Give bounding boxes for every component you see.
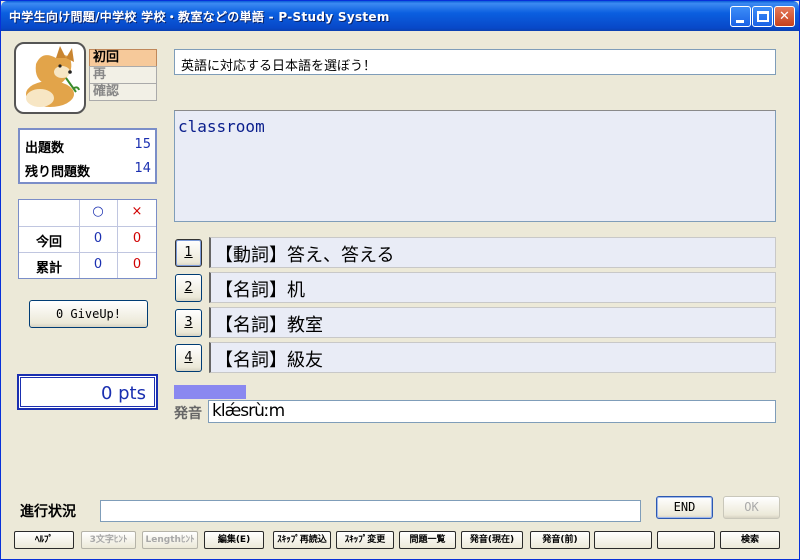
score-wrong-value: 0 bbox=[132, 231, 142, 246]
stage-confirm: 確認 bbox=[89, 83, 157, 101]
maximize-icon bbox=[757, 11, 769, 22]
toolbar-button-8[interactable]: 発音(現在) bbox=[461, 531, 523, 549]
toolbar-button-12[interactable]: 検索 bbox=[720, 531, 780, 549]
points-display: 0 pts bbox=[17, 374, 158, 410]
toolbar-button-2[interactable]: 3文字ﾋﾝﾄ bbox=[81, 531, 136, 549]
toolbar-button-3[interactable]: Lengthﾋﾝﾄ bbox=[142, 531, 198, 549]
toolbar-button-9[interactable]: 発音(前) bbox=[530, 531, 590, 549]
stage-list: 初回 再 確認 bbox=[89, 49, 157, 101]
choice-button-2[interactable]: 2 bbox=[175, 274, 202, 302]
score-correct-value: 0 bbox=[93, 231, 103, 246]
points-value: 0 pts bbox=[100, 383, 146, 404]
progress-bar bbox=[100, 500, 641, 522]
close-button[interactable]: ✕ bbox=[774, 6, 795, 27]
question-counts: 出題数 15 残り問題数 14 bbox=[18, 128, 157, 184]
count-total: 出題数 15 bbox=[25, 137, 151, 156]
count-total-label: 出題数 bbox=[25, 141, 65, 156]
count-remaining-label: 残り問題数 bbox=[25, 165, 91, 180]
choice-answer-2[interactable]: 【名詞】机 bbox=[209, 272, 776, 303]
time-remaining-bar bbox=[174, 385, 246, 399]
instruction-text: 英語に対応する日本語を選ぼう！ bbox=[174, 49, 776, 75]
score-row-label: 今回 bbox=[35, 235, 62, 250]
toolbar-button-1[interactable]: ﾍﾙﾌﾟ bbox=[14, 531, 74, 549]
end-button[interactable]: END bbox=[656, 496, 713, 519]
dog-avatar bbox=[14, 42, 86, 114]
count-total-value: 15 bbox=[134, 137, 151, 152]
question-word: classroom bbox=[178, 117, 265, 136]
choice-button-1[interactable]: 1 bbox=[175, 239, 202, 267]
minimize-button[interactable] bbox=[730, 6, 751, 27]
maximize-button[interactable] bbox=[752, 6, 773, 27]
giveup-button[interactable]: 0 GiveUp! bbox=[29, 300, 148, 328]
pronunciation-label: 発音 bbox=[174, 406, 202, 422]
title-bar[interactable]: 中学生向け問題/中学校 学校・教室などの単語 - P-Study System … bbox=[1, 1, 799, 31]
pronunciation-field: klǽsrùːm bbox=[208, 400, 776, 423]
score-wrong-value: 0 bbox=[132, 257, 142, 272]
count-remaining: 残り問題数 14 bbox=[25, 161, 151, 180]
toolbar-button-4[interactable]: 編集(E) bbox=[204, 531, 264, 549]
score-correct-value: 0 bbox=[93, 257, 103, 272]
choice-answer-4[interactable]: 【名詞】級友 bbox=[209, 342, 776, 373]
client-area: 初回 再 確認 出題数 15 残り問題数 14 ○ × 今回 0 0 累計 0 … bbox=[4, 31, 797, 558]
choice-answer-3[interactable]: 【名詞】教室 bbox=[209, 307, 776, 338]
window-title: 中学生向け問題/中学校 学校・教室などの単語 - P-Study System bbox=[9, 10, 390, 24]
score-table: ○ × 今回 0 0 累計 0 0 bbox=[18, 199, 157, 279]
app-window: 中学生向け問題/中学校 学校・教室などの単語 - P-Study System … bbox=[0, 0, 800, 560]
choice-button-3[interactable]: 3 bbox=[175, 309, 202, 337]
count-remaining-value: 14 bbox=[134, 161, 151, 176]
toolbar-button-6[interactable]: ｽｷｯﾌﾟ変更 bbox=[336, 531, 394, 549]
toolbar-button-5[interactable]: ｽｷｯﾌﾟ再読込 bbox=[273, 531, 331, 549]
minimize-icon bbox=[736, 20, 744, 23]
correct-mark-icon: ○ bbox=[92, 204, 104, 219]
stage-first: 初回 bbox=[89, 49, 157, 67]
wrong-mark-icon: × bbox=[131, 204, 143, 219]
toolbar-button-7[interactable]: 問題一覧 bbox=[399, 531, 456, 549]
choice-answer-1[interactable]: 【動詞】答え、答える bbox=[209, 237, 776, 268]
score-row-label: 累計 bbox=[35, 261, 62, 276]
choice-button-4[interactable]: 4 bbox=[175, 344, 202, 372]
close-icon: ✕ bbox=[779, 9, 790, 24]
toolbar-button-10[interactable] bbox=[594, 531, 652, 549]
question-box: classroom bbox=[174, 110, 776, 222]
dog-icon bbox=[26, 46, 80, 107]
progress-label: 進行状況 bbox=[20, 504, 76, 520]
stage-retry: 再 bbox=[89, 66, 157, 84]
ok-button[interactable]: OK bbox=[723, 496, 780, 519]
toolbar-button-11[interactable] bbox=[657, 531, 715, 549]
